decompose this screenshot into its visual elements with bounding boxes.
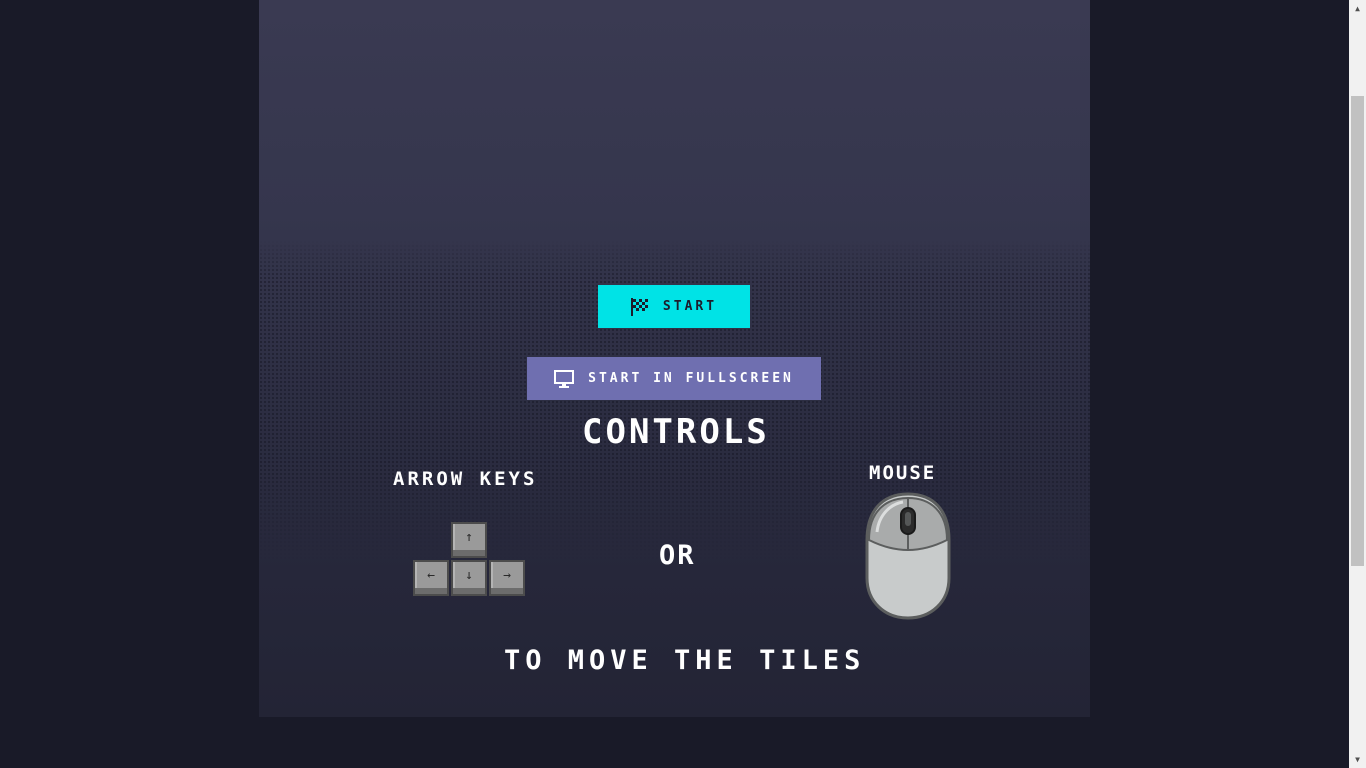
- scrollbar[interactable]: ▲ ▼: [1349, 0, 1366, 768]
- start-fullscreen-button[interactable]: start in fullscreen: [527, 357, 821, 400]
- checkered-flag-icon: [630, 297, 648, 316]
- arrow-keys-icon: ↑ ← ↓ →: [413, 522, 533, 602]
- down-arrow-key: ↓: [451, 560, 487, 596]
- page: start start in fullscreen CONTROLS ARROW…: [0, 0, 1366, 768]
- or-label: OR: [659, 540, 696, 571]
- game-panel: start start in fullscreen CONTROLS ARROW…: [259, 0, 1090, 717]
- scrollbar-thumb[interactable]: [1351, 96, 1364, 566]
- start-button[interactable]: start: [598, 285, 750, 328]
- scroll-down-icon[interactable]: ▼: [1349, 751, 1366, 768]
- mouse-label: MOUSE: [869, 462, 937, 484]
- controls-title: CONTROLS: [582, 412, 770, 452]
- start-fullscreen-label: start in fullscreen: [588, 371, 794, 386]
- monitor-icon: [554, 369, 575, 388]
- arrow-keys-label: ARROW KEYS: [393, 468, 538, 490]
- start-button-label: start: [662, 299, 718, 314]
- move-tiles-label: TO MOVE THE TILES: [504, 645, 866, 676]
- mouse-icon: [865, 492, 951, 620]
- up-arrow-key: ↑: [451, 522, 487, 558]
- right-arrow-key: →: [489, 560, 525, 596]
- left-arrow-key: ←: [413, 560, 449, 596]
- scroll-up-icon[interactable]: ▲: [1349, 0, 1366, 17]
